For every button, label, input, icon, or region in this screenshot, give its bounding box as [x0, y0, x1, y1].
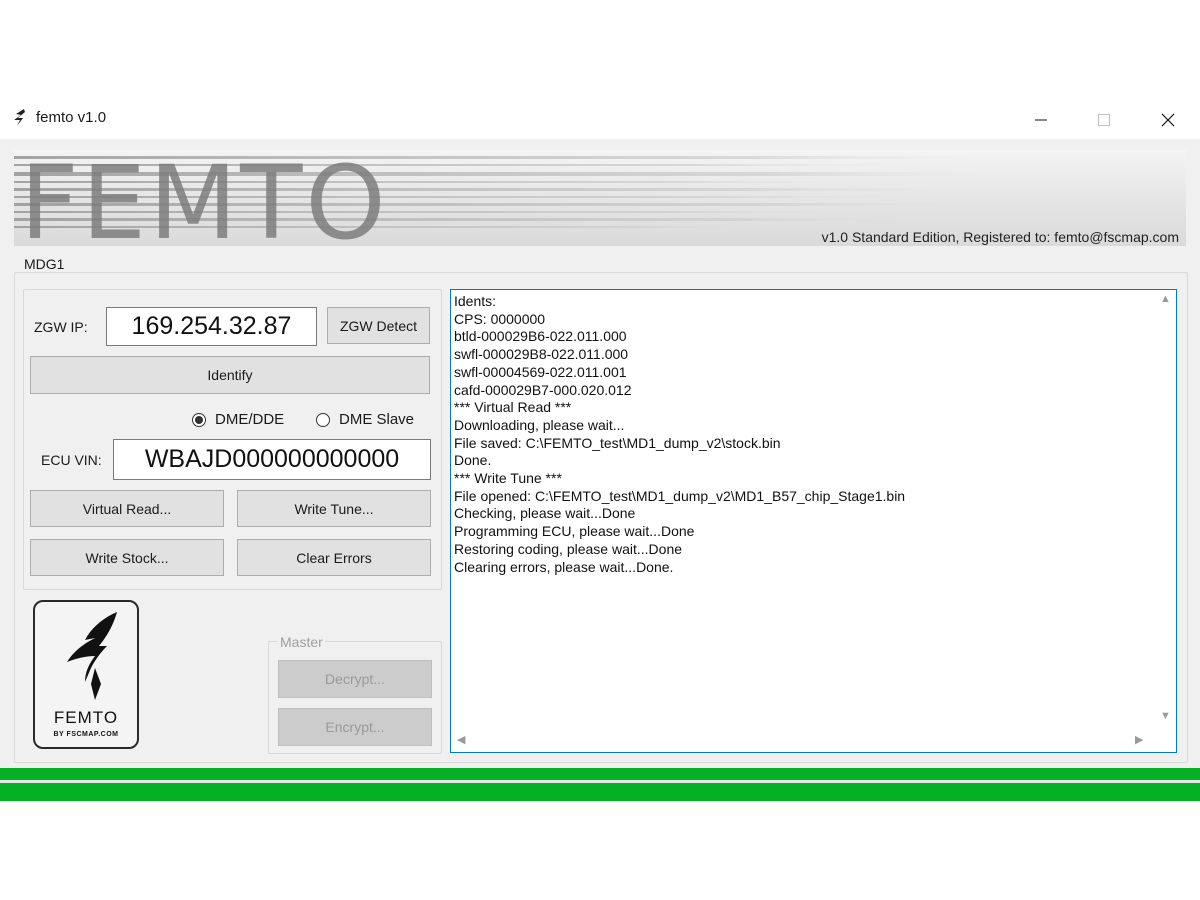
progress-fill-top: [0, 768, 1200, 780]
scroll-right-icon[interactable]: ▶: [1135, 733, 1143, 746]
femto-app-icon: [11, 108, 29, 128]
log-line: swfl-00004569-022.011.001: [454, 363, 627, 380]
ecu-vin-field[interactable]: WBAJD000000000000: [113, 439, 431, 480]
encrypt-button[interactable]: Encrypt...: [278, 708, 432, 746]
maximize-button[interactable]: [1072, 100, 1136, 139]
log-line: Done.: [454, 452, 492, 469]
logo-word: FEMTO: [53, 708, 119, 727]
scroll-up-icon[interactable]: ▲: [1160, 293, 1171, 305]
write-stock-button[interactable]: Write Stock...: [30, 539, 224, 576]
decrypt-button[interactable]: Decrypt...: [278, 660, 432, 698]
progress-bar: [0, 768, 1200, 801]
zgw-detect-button[interactable]: ZGW Detect: [327, 307, 430, 344]
log-line: Clearing errors, please wait...Done.: [454, 558, 674, 575]
log-line: CPS: 0000000: [454, 310, 546, 327]
radio-dme-dde-label: DME/DDE: [215, 411, 285, 428]
virtual-read-button[interactable]: Virtual Read...: [30, 490, 224, 527]
zgw-ip-label: ZGW IP:: [34, 319, 88, 335]
log-line: *** Virtual Read ***: [454, 399, 572, 416]
radio-dme-dde-indicator[interactable]: [192, 412, 206, 427]
log-line: Checking, please wait...Done: [454, 505, 636, 522]
title-bar[interactable]: femto v1.0: [0, 100, 1200, 139]
banner-logo-text: FEMTO: [20, 150, 389, 246]
vertical-scrollbar[interactable]: ▲ ▼: [1154, 290, 1176, 730]
log-line: *** Write Tune ***: [454, 470, 562, 487]
close-icon: [1161, 113, 1175, 127]
scroll-down-icon[interactable]: ▼: [1160, 710, 1171, 722]
master-group-label: Master: [278, 634, 325, 650]
radio-dme-dde[interactable]: DME/DDE: [192, 411, 284, 428]
radio-dme-slave[interactable]: DME Slave: [316, 411, 414, 428]
log-line: File opened: C:\FEMTO_test\MD1_dump_v2\M…: [454, 487, 906, 504]
zgw-ip-field[interactable]: 169.254.32.87: [106, 307, 317, 346]
minimize-button[interactable]: [1009, 100, 1073, 139]
registration-info: v1.0 Standard Edition, Registered to: fe…: [821, 229, 1179, 245]
log-line: Programming ECU, please wait...Done: [454, 523, 695, 540]
log-line: swfl-000029B8-022.011.000: [454, 346, 629, 363]
horizontal-scrollbar[interactable]: ◀ ▶: [451, 730, 1154, 752]
radio-dme-slave-label: DME Slave: [339, 411, 415, 428]
scroll-left-icon[interactable]: ◀: [457, 733, 465, 746]
log-line: cafd-000029B7-000.020.012: [454, 381, 632, 398]
log-line: btld-000029B6-022.011.000: [454, 328, 627, 345]
ecu-vin-label: ECU VIN:: [41, 452, 102, 468]
progress-fill: [0, 783, 1200, 801]
femto-logo: FEMTO BY FSCMAP.COM: [33, 600, 139, 749]
close-button[interactable]: [1136, 100, 1200, 139]
radio-dme-slave-indicator[interactable]: [316, 412, 330, 427]
log-line: Restoring coding, please wait...Done: [454, 540, 683, 557]
log-textbox[interactable]: Idents: CPS: 0000000 btld-000029B6-022.011…: [450, 289, 1177, 753]
logo-subtitle: BY FSCMAP.COM: [53, 731, 119, 738]
log-line: Downloading, please wait...: [454, 416, 625, 433]
femto-bird-icon: [55, 610, 125, 707]
maximize-icon: [1098, 113, 1110, 126]
write-tune-button[interactable]: Write Tune...: [237, 490, 431, 527]
log-line: File saved: C:\FEMTO_test\MD1_dump_v2\st…: [454, 434, 781, 451]
femto-banner: FEMTO v1.0 Standard Edition, Registered …: [14, 150, 1186, 246]
mdg1-group-label: MDG1: [22, 256, 67, 272]
log-line: Idents:: [454, 293, 497, 309]
main-window: femto v1.0 FEMTO v1.0 Standard Edition, …: [0, 100, 1200, 802]
minimize-icon: [1035, 114, 1047, 126]
log-lines: Idents: CPS: 0000000 btld-000029B6-022.011…: [454, 293, 1152, 576]
clear-errors-button[interactable]: Clear Errors: [237, 539, 431, 576]
window-title: femto v1.0: [36, 109, 107, 126]
identify-button[interactable]: Identify: [30, 356, 430, 394]
